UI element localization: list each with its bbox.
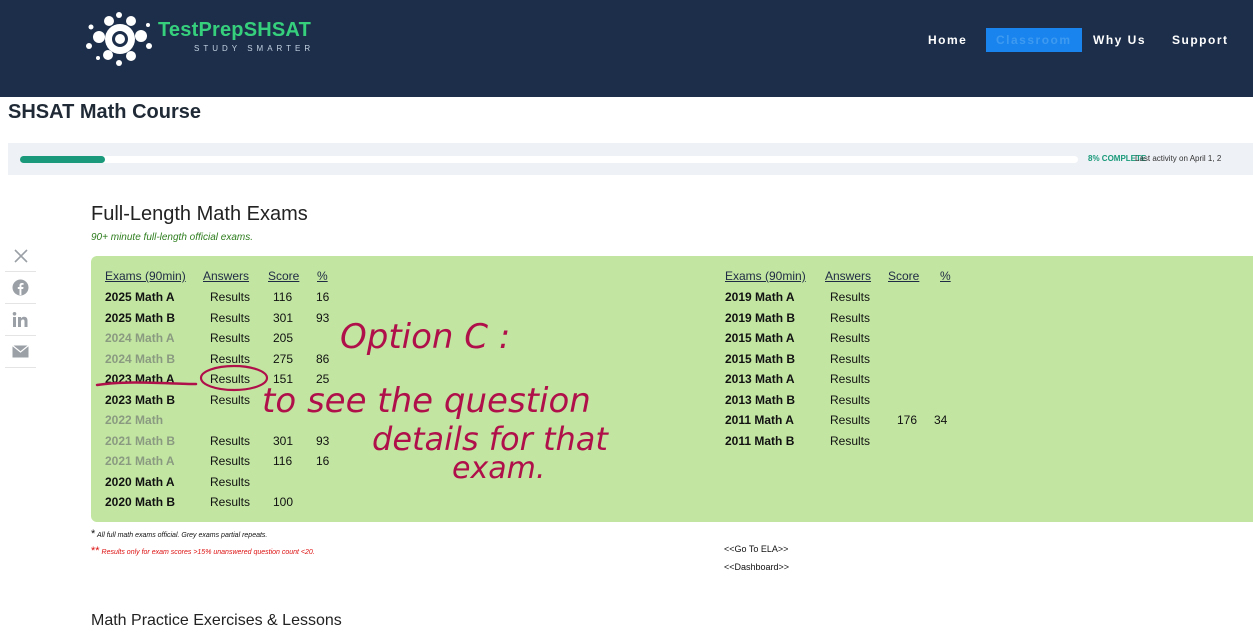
percent-value: 16	[316, 454, 330, 468]
nav-support[interactable]: Support	[1172, 28, 1229, 52]
note-double-asterisk: **	[91, 545, 100, 557]
exam-name[interactable]: 2020 Math A	[105, 475, 175, 489]
results-link[interactable]: Results	[210, 372, 250, 386]
results-link[interactable]: Results	[210, 393, 250, 407]
header-answers-right[interactable]: Answers	[825, 269, 871, 283]
score-value: 176	[897, 413, 918, 427]
exam-name[interactable]: 2020 Math B	[105, 495, 175, 509]
results-link[interactable]: Results	[210, 454, 250, 468]
facebook-icon	[12, 279, 29, 296]
exam-name[interactable]: 2021 Math A	[105, 454, 175, 468]
exam-name[interactable]: 2025 Math B	[105, 311, 175, 325]
percent-value: 25	[316, 372, 330, 386]
percent-value: 93	[316, 433, 330, 448]
percent-value: 93	[316, 310, 330, 325]
score-value: 301	[273, 310, 294, 325]
header-exams-right[interactable]: Exams (90min)	[725, 269, 806, 283]
results-link[interactable]: Results	[210, 311, 250, 325]
score-value: 116	[273, 454, 293, 468]
logo-icon[interactable]	[80, 10, 160, 70]
score-value: 275	[273, 351, 294, 366]
header-percent[interactable]: %	[317, 269, 328, 283]
nav-why-us[interactable]: Why Us	[1093, 28, 1146, 52]
header-score-right[interactable]: Score	[888, 269, 919, 283]
email-share-button[interactable]	[5, 336, 36, 368]
results-link[interactable]: Results	[830, 413, 870, 427]
exam-table-box: Exams (90min) Answers Score % Exams (90m…	[91, 256, 1253, 522]
results-link[interactable]: Results	[210, 331, 250, 345]
header-exams[interactable]: Exams (90min)	[105, 269, 186, 283]
brand-name[interactable]: TestPrepSHSAT	[158, 19, 311, 42]
header-answers[interactable]: Answers	[203, 269, 249, 283]
score-value: 301	[273, 433, 294, 448]
exam-note-text: All full math exams official. Grey exams…	[96, 532, 268, 539]
exam-name[interactable]: 2011 Math A	[725, 413, 794, 427]
nav-classroom[interactable]: Classroom	[986, 28, 1082, 52]
email-icon	[12, 345, 29, 358]
course-progress: 8% COMPLETE Last activity on April 1, 2	[8, 143, 1253, 175]
section-subtitle: 90+ minute full-length official exams.	[91, 232, 254, 243]
percent-value: 16	[316, 290, 330, 304]
x-icon	[13, 248, 28, 263]
exam-name[interactable]: 2021 Math B	[105, 434, 175, 448]
results-note-text: Results only for exam scores >15% unansw…	[101, 549, 315, 556]
exam-name[interactable]: 2013 Math B	[725, 393, 795, 407]
section-title: Full-Length Math Exams	[91, 203, 308, 225]
exam-name[interactable]: 2019 Math A	[725, 290, 795, 304]
results-link[interactable]: Results	[210, 290, 250, 304]
progress-track	[20, 156, 1078, 163]
page-title: SHSAT Math Course	[8, 101, 201, 123]
linkedin-share-button[interactable]	[5, 304, 36, 336]
results-link[interactable]: Results	[830, 372, 870, 386]
facebook-share-button[interactable]	[5, 272, 36, 304]
exam-name[interactable]: 2013 Math A	[725, 372, 795, 386]
exam-name[interactable]: 2025 Math A	[105, 290, 175, 304]
results-link[interactable]: Results	[830, 331, 870, 345]
score-value: 100	[273, 495, 294, 509]
results-note: ** Results only for exam scores >15% una…	[91, 545, 315, 557]
x-share-button[interactable]	[5, 240, 36, 272]
results-link[interactable]: Results	[830, 393, 870, 407]
percent-value: 86	[316, 351, 330, 366]
score-value: 116	[273, 290, 293, 304]
exam-name[interactable]: 2011 Math B	[725, 434, 794, 448]
results-link[interactable]: Results	[830, 290, 870, 304]
top-navbar: TestPrepSHSAT STUDY SMARTER Home Classro…	[0, 0, 1253, 97]
results-link[interactable]: Results	[210, 352, 250, 366]
results-link[interactable]: Results	[210, 495, 250, 509]
exam-name[interactable]: 2023 Math A	[105, 372, 175, 386]
score-value: 151	[273, 372, 294, 386]
nav-home[interactable]: Home	[928, 28, 967, 52]
dashboard-link[interactable]: <<Dashboard>>	[724, 562, 789, 572]
progress-fill	[20, 156, 105, 163]
exam-name[interactable]: 2019 Math B	[725, 311, 795, 325]
last-activity-text: Last activity on April 1, 2	[1135, 154, 1222, 163]
exam-name[interactable]: 2015 Math B	[725, 352, 795, 366]
exam-name[interactable]: 2023 Math B	[105, 393, 175, 407]
linkedin-icon	[12, 312, 28, 327]
score-value: 205	[273, 331, 294, 345]
exam-name[interactable]: 2024 Math B	[105, 352, 175, 366]
exam-note: * All full math exams official. Grey exa…	[91, 528, 267, 540]
header-percent-right[interactable]: %	[940, 269, 951, 283]
brand-tagline: STUDY SMARTER	[194, 44, 315, 53]
share-bar	[5, 240, 36, 368]
percent-value: 34	[934, 413, 948, 427]
practice-section-title: Math Practice Exercises & Lessons	[91, 612, 342, 629]
exam-name[interactable]: 2022 Math	[105, 413, 163, 427]
exam-name[interactable]: 2015 Math A	[725, 331, 795, 345]
results-link[interactable]: Results	[210, 434, 250, 448]
results-link[interactable]: Results	[830, 434, 870, 448]
go-to-ela-link[interactable]: <<Go To ELA>>	[724, 544, 788, 554]
results-link[interactable]: Results	[210, 475, 250, 489]
results-link[interactable]: Results	[830, 311, 870, 325]
note-asterisk: *	[91, 528, 96, 540]
exam-name[interactable]: 2024 Math A	[105, 331, 175, 345]
header-score[interactable]: Score	[268, 269, 299, 283]
results-link[interactable]: Results	[830, 352, 870, 366]
